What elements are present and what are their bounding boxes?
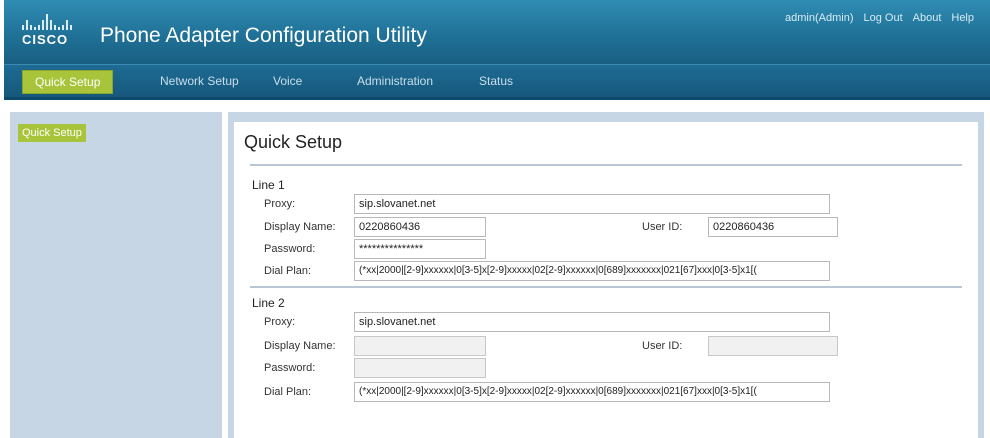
logout-link[interactable]: Log Out [863, 12, 902, 24]
tab-quick-setup[interactable]: Quick Setup [22, 70, 114, 94]
cisco-bars-icon [22, 14, 92, 30]
tab-status[interactable]: Status [479, 74, 513, 88]
quick-setup-panel: Quick Setup Line 1 Proxy: sip.slovanet.n… [234, 122, 978, 438]
line2-dial-plan-field[interactable]: (*xx|2000|[2-9]xxxxxx|0[3-5]x[2-9]xxxxx|… [354, 382, 830, 402]
line-divider [250, 286, 962, 288]
title-divider [250, 164, 962, 166]
app-window: CISCO Phone Adapter Configuration Utilit… [0, 0, 990, 438]
app-title: Phone Adapter Configuration Utility [100, 24, 427, 47]
line2-dial-plan-label: Dial Plan: [264, 386, 312, 398]
brand-wordmark: CISCO [22, 32, 69, 47]
cisco-logo: CISCO [22, 14, 92, 54]
line1-proxy-field[interactable]: sip.slovanet.net [354, 194, 830, 214]
line1-password-label: Password: [264, 243, 316, 255]
line1-user-id-label: User ID: [642, 221, 683, 233]
line2-display-name-label: Display Name: [264, 340, 336, 352]
line1-dial-plan-field[interactable]: (*xx|2000|[2-9]xxxxxx|0[3-5]x[2-9]xxxxx|… [354, 261, 830, 281]
sidebar-item-quick-setup[interactable]: Quick Setup [18, 124, 86, 142]
line2-password-label: Password: [264, 362, 316, 374]
line2-proxy-label: Proxy: [264, 316, 296, 328]
header-bar: CISCO Phone Adapter Configuration Utilit… [4, 0, 990, 64]
top-links: admin(Admin) Log Out About Help [785, 12, 974, 24]
line2-display-name-field[interactable] [354, 336, 486, 356]
line2-user-id-field[interactable] [708, 336, 838, 356]
sidebar: Quick Setup [10, 112, 222, 438]
current-user: admin(Admin) [785, 12, 854, 24]
line1-dial-plan-label: Dial Plan: [264, 265, 312, 277]
about-link[interactable]: About [913, 12, 942, 24]
help-link[interactable]: Help [951, 12, 974, 24]
line1-display-name-label: Display Name: [264, 221, 336, 233]
page-title: Quick Setup [244, 132, 343, 152]
tab-administration[interactable]: Administration [357, 74, 433, 88]
line1-password-field[interactable]: *************** [354, 239, 486, 259]
line1-proxy-label: Proxy: [264, 198, 296, 210]
main-nav: Quick Setup Network Setup Voice Administ… [4, 64, 990, 100]
line1-user-id-field[interactable]: 0220860436 [708, 217, 838, 237]
line2-title: Line 2 [252, 296, 285, 310]
line1-title: Line 1 [252, 178, 285, 192]
line2-proxy-field[interactable]: sip.slovanet.net [354, 312, 830, 332]
line2-user-id-label: User ID: [642, 340, 683, 352]
tab-network-setup[interactable]: Network Setup [160, 74, 239, 88]
tab-voice[interactable]: Voice [273, 74, 302, 88]
line2-password-field[interactable] [354, 358, 486, 378]
line1-display-name-field[interactable]: 0220860436 [354, 217, 486, 237]
content-frame: Quick Setup Line 1 Proxy: sip.slovanet.n… [228, 112, 984, 438]
